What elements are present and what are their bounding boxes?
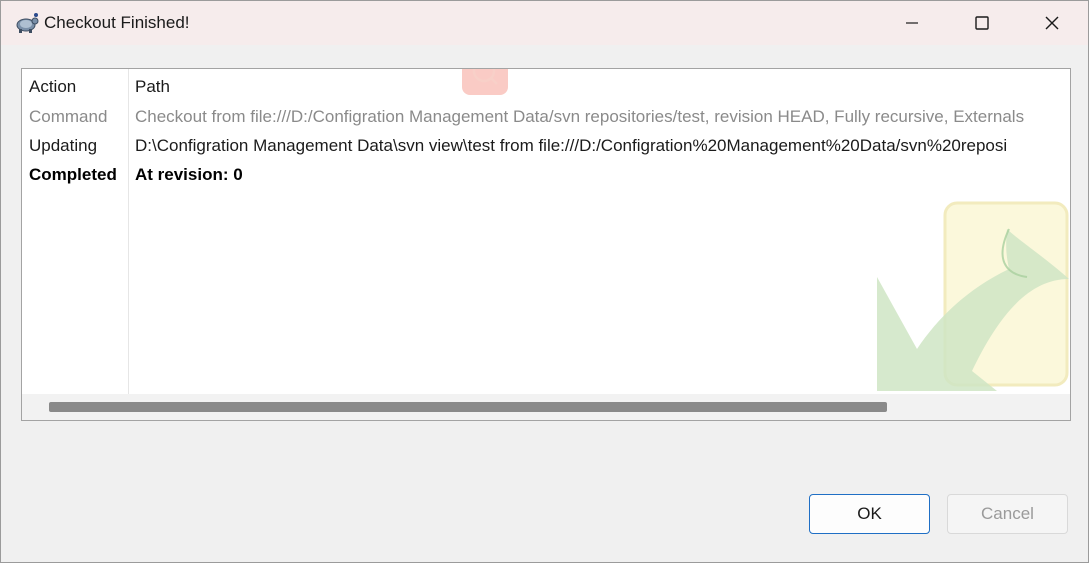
checkout-dialog: Checkout Finished! Action Path Command C… [0, 0, 1089, 563]
checkout-watermark-icon [877, 201, 1069, 391]
minimize-button[interactable] [877, 1, 947, 45]
row-action: Command [29, 107, 108, 126]
ok-button[interactable]: OK [809, 494, 930, 534]
row-path: Checkout from file:///D:/Configration Ma… [135, 107, 1025, 126]
minimize-icon [906, 22, 918, 24]
list-row-updating[interactable]: Updating D:\Configration Management Data… [22, 136, 1070, 165]
column-header-path[interactable]: Path [135, 77, 170, 97]
scrollbar-thumb[interactable] [49, 402, 887, 412]
progress-list[interactable]: Action Path Command Checkout from file:/… [21, 68, 1071, 421]
search-icon[interactable] [462, 69, 508, 95]
row-path: D:\Configration Management Data\svn view… [135, 136, 1008, 155]
row-action: Updating [29, 136, 98, 155]
row-action: Completed [29, 165, 117, 184]
close-icon [1045, 16, 1059, 30]
row-path: At revision: 0 [135, 165, 243, 184]
close-button[interactable] [1017, 1, 1087, 45]
window-title: Checkout Finished! [44, 13, 190, 32]
list-row-command[interactable]: Command Checkout from file:///D:/Configr… [22, 107, 1070, 136]
horizontal-scrollbar[interactable] [22, 394, 1070, 420]
cancel-button[interactable]: Cancel [947, 494, 1068, 534]
maximize-button[interactable] [947, 1, 1017, 45]
title-bar: Checkout Finished! [1, 1, 1088, 45]
tortoise-icon [16, 13, 39, 33]
column-header-action[interactable]: Action [29, 77, 76, 97]
maximize-icon [975, 16, 989, 30]
list-row-completed[interactable]: Completed At revision: 0 [22, 165, 1070, 194]
